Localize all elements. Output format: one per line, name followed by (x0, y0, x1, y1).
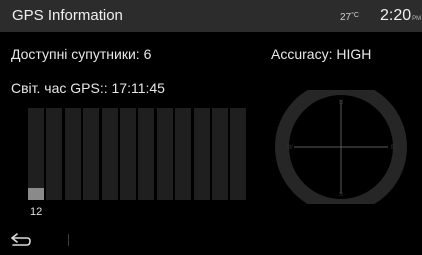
accuracy-status: Accuracy: HIGH (271, 46, 372, 62)
signal-bar (138, 108, 155, 200)
signal-bar (175, 108, 192, 200)
signal-bar (28, 108, 44, 200)
signal-bar (212, 108, 228, 200)
available-satellites: Доступні супутники: 6 (11, 46, 152, 62)
temperature-value: 27 (340, 12, 352, 23)
compass-west-label: W (287, 145, 293, 151)
clock-ampm: PM (412, 16, 422, 22)
signal-bar (193, 108, 210, 200)
clock-time: 2:20 (380, 7, 412, 24)
signal-bar (101, 108, 118, 200)
page-title: GPS Information (12, 7, 123, 24)
back-arrow-icon (11, 233, 31, 246)
header-bar: GPS Information 27°C 2:20PM (0, 0, 422, 32)
compass-dial: N S E W (275, 90, 407, 204)
signal-bar (46, 108, 63, 200)
signal-bar (120, 108, 136, 200)
temperature-unit: °C (351, 12, 359, 19)
satellite-id-label: 12 (30, 206, 43, 218)
temperature-readout: 27°C (340, 12, 359, 23)
compass-south-label: S (339, 192, 343, 198)
compass-north-label: N (339, 100, 343, 106)
back-button[interactable] (8, 230, 34, 250)
signal-bar (64, 108, 81, 200)
signal-bar-fill (28, 188, 44, 200)
signal-bar (83, 108, 100, 200)
footer-separator (68, 234, 69, 246)
signal-bar (230, 108, 247, 200)
signal-bar (156, 108, 173, 200)
signal-strength-chart (28, 108, 252, 200)
gps-time: Світ. час GPS:: 17:11:45 (11, 80, 165, 96)
clock: 2:20PM (380, 7, 421, 25)
compass-east-label: E (391, 145, 395, 151)
